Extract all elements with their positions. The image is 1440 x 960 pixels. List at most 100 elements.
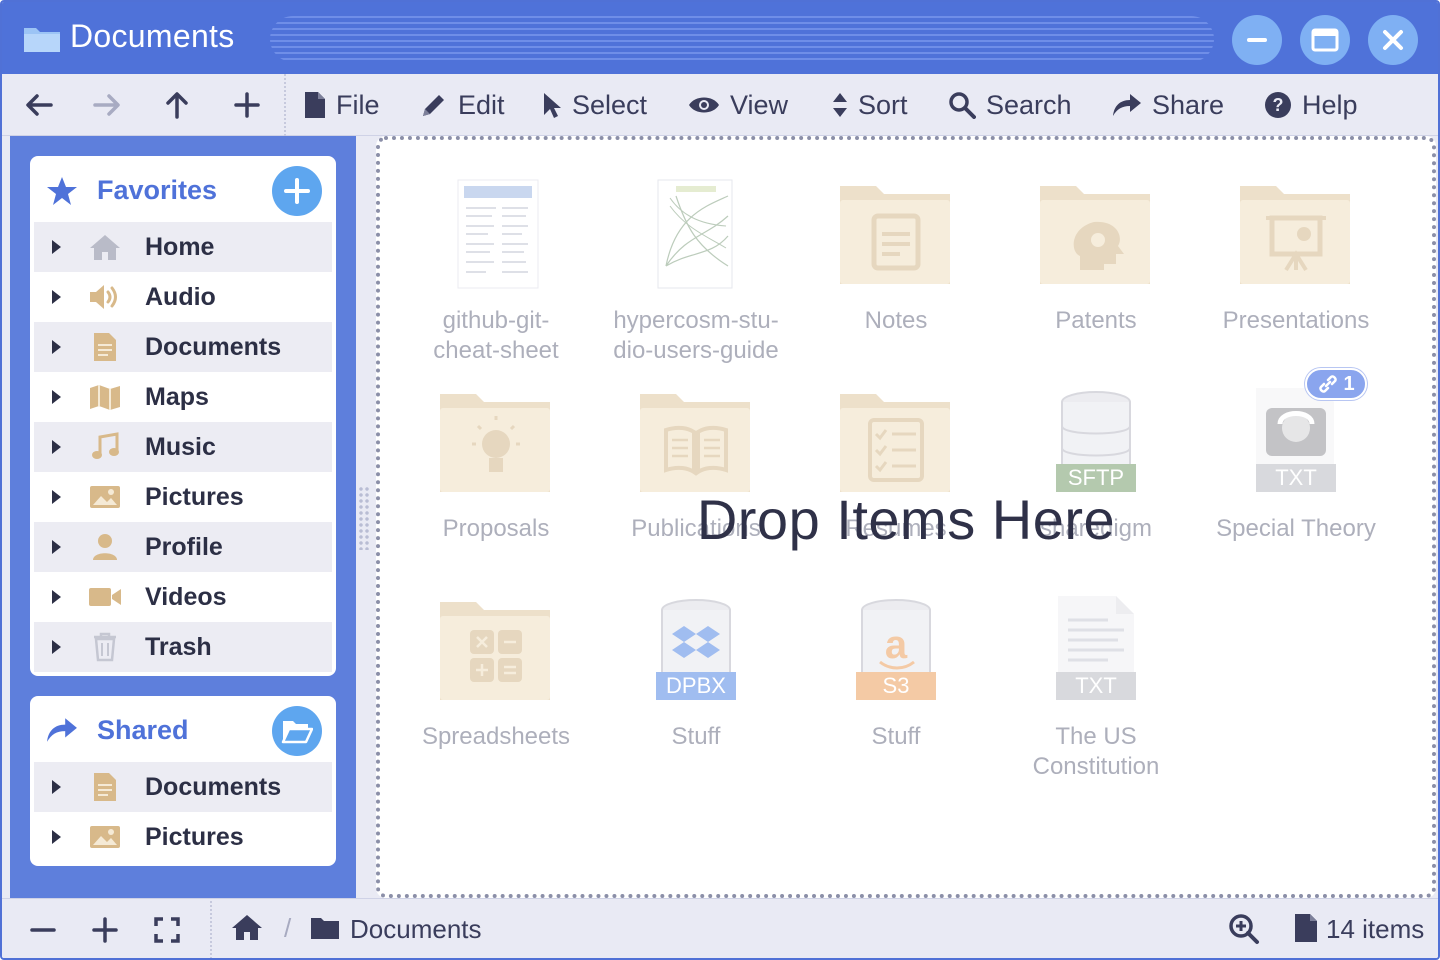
expand-arrow-icon[interactable] bbox=[52, 830, 61, 844]
favorites-header[interactable]: Favorites bbox=[30, 156, 336, 222]
eye-icon bbox=[689, 97, 719, 113]
book-thumbnail bbox=[636, 176, 756, 296]
maximize-button[interactable] bbox=[1300, 15, 1350, 65]
sidebar-item-label: Audio bbox=[145, 283, 216, 311]
sidebar-item-pictures[interactable]: Pictures bbox=[34, 472, 332, 522]
folder-open-icon bbox=[281, 721, 313, 744]
menu-share[interactable]: Share bbox=[1112, 88, 1224, 122]
patents-folder-icon bbox=[1036, 176, 1156, 296]
zoom-out-button[interactable] bbox=[28, 915, 58, 945]
sidebar-item-profile[interactable]: Profile bbox=[34, 522, 332, 572]
breadcrumb-home[interactable] bbox=[230, 913, 264, 946]
menu-help[interactable]: ? Help bbox=[1264, 88, 1358, 122]
sidebar-item-label: Trash bbox=[145, 633, 212, 661]
sort-icon bbox=[833, 93, 847, 117]
fullscreen-button[interactable] bbox=[152, 915, 182, 945]
file-icon bbox=[1294, 913, 1318, 948]
expand-arrow-icon[interactable] bbox=[52, 780, 61, 794]
expand-arrow-icon[interactable] bbox=[52, 290, 61, 304]
file-name-text: The US Constitution bbox=[1032, 723, 1160, 780]
sidebar-item-trash[interactable]: Trash bbox=[34, 622, 332, 672]
close-button[interactable] bbox=[1368, 15, 1418, 65]
folder-name: Presentations bbox=[1196, 306, 1396, 336]
folder-item[interactable]: Patents bbox=[996, 176, 1196, 336]
expand-arrow-icon[interactable] bbox=[52, 490, 61, 504]
add-favorite-button[interactable] bbox=[272, 166, 322, 216]
minimize-icon bbox=[1247, 38, 1267, 42]
folder-item[interactable]: Presentations bbox=[1196, 176, 1396, 336]
server-item[interactable]: a S3 Stuff bbox=[796, 592, 996, 752]
expand-arrow-icon[interactable] bbox=[52, 240, 61, 254]
sidebar-item-home[interactable]: Home bbox=[34, 222, 332, 272]
toolbar: File Edit Select View Sort Search Share … bbox=[2, 74, 1438, 136]
favorites-title: Favorites bbox=[97, 175, 218, 205]
file-drop-area[interactable]: github-git- cheat-sheet hypercosm-stu- d… bbox=[376, 136, 1436, 898]
file-item[interactable]: hypercosm-stu- dio-users-guide bbox=[596, 176, 796, 366]
zoom-in-button[interactable] bbox=[90, 915, 120, 945]
sidebar-resize-handle[interactable] bbox=[358, 486, 370, 550]
sidebar-item-label: Documents bbox=[145, 333, 282, 361]
file-icon bbox=[305, 92, 325, 118]
title-bar[interactable]: Documents bbox=[2, 2, 1438, 74]
back-button[interactable] bbox=[22, 88, 56, 122]
server-name-text: Stuff bbox=[671, 723, 721, 750]
menu-view[interactable]: View bbox=[688, 88, 788, 122]
drag-handle[interactable] bbox=[270, 16, 1214, 62]
new-button[interactable] bbox=[230, 88, 264, 122]
text-image-thumbnail: TXT bbox=[1236, 384, 1356, 504]
sidebar-item-maps[interactable]: Maps bbox=[34, 372, 332, 422]
file-browser-window: Documents File Edit Select View Sort Sea… bbox=[0, 0, 1440, 960]
star-icon bbox=[46, 176, 78, 211]
open-shared-button[interactable] bbox=[272, 706, 322, 756]
sidebar-item-music[interactable]: Music bbox=[34, 422, 332, 472]
cursor-icon bbox=[544, 93, 561, 118]
menu-edit[interactable]: Edit bbox=[420, 88, 505, 122]
server-item[interactable]: DPBX Stuff bbox=[596, 592, 796, 752]
folder-item[interactable]: Notes bbox=[796, 176, 996, 336]
notes-folder-icon bbox=[836, 176, 956, 296]
sidebar-item-videos[interactable]: Videos bbox=[34, 572, 332, 622]
shared-header[interactable]: Shared bbox=[30, 696, 336, 762]
menu-edit-label: Edit bbox=[458, 89, 505, 120]
expand-arrow-icon[interactable] bbox=[52, 440, 61, 454]
shared-item-documents[interactable]: Documents bbox=[34, 762, 332, 812]
forward-button[interactable] bbox=[90, 88, 124, 122]
publications-folder-icon bbox=[636, 384, 756, 504]
menu-file[interactable]: File bbox=[304, 88, 380, 122]
expand-arrow-icon[interactable] bbox=[52, 640, 61, 654]
sidebar-item-documents[interactable]: Documents bbox=[34, 322, 332, 372]
favorites-list: Home Audio Documents Maps Music Pictures… bbox=[34, 222, 332, 672]
maximize-icon bbox=[1311, 28, 1339, 52]
magnify-button[interactable] bbox=[1228, 913, 1260, 950]
folder-item[interactable]: Spreadsheets bbox=[396, 592, 596, 752]
file-item[interactable]: TXT The US Constitution bbox=[996, 592, 1196, 782]
file-name: github-git- cheat-sheet bbox=[396, 306, 596, 366]
shared-title: Shared bbox=[97, 715, 189, 745]
breadcrumb-current[interactable]: Documents bbox=[350, 914, 482, 945]
expand-arrow-icon[interactable] bbox=[52, 340, 61, 354]
sidebar-item-label: Videos bbox=[145, 583, 227, 611]
server-name: Stuff bbox=[596, 722, 796, 752]
file-item[interactable]: github-git- cheat-sheet bbox=[396, 176, 596, 366]
expand-arrow-icon[interactable] bbox=[52, 590, 61, 604]
expand-icon bbox=[154, 917, 180, 943]
text-file-icon: TXT bbox=[1036, 592, 1156, 712]
arrow-up-icon bbox=[166, 92, 188, 119]
close-icon bbox=[1383, 30, 1403, 50]
share-icon bbox=[1113, 94, 1141, 116]
folder-name-text: Patents bbox=[1055, 307, 1137, 334]
expand-arrow-icon[interactable] bbox=[52, 540, 61, 554]
sidebar-item-audio[interactable]: Audio bbox=[34, 272, 332, 322]
menu-select[interactable]: Select bbox=[542, 88, 647, 122]
link-count-badge[interactable]: 1 bbox=[1305, 368, 1367, 400]
menu-sort[interactable]: Sort bbox=[832, 88, 908, 122]
resumes-folder-icon bbox=[836, 384, 956, 504]
menu-search[interactable]: Search bbox=[948, 88, 1072, 122]
dropbox-database-icon: DPBX bbox=[636, 592, 756, 712]
shared-item-pictures[interactable]: Pictures bbox=[34, 812, 332, 862]
folder-name-text: Presentations bbox=[1222, 307, 1370, 334]
minimize-button[interactable] bbox=[1232, 15, 1282, 65]
expand-arrow-icon[interactable] bbox=[52, 390, 61, 404]
toolbar-divider bbox=[284, 74, 286, 136]
up-button[interactable] bbox=[160, 88, 194, 122]
